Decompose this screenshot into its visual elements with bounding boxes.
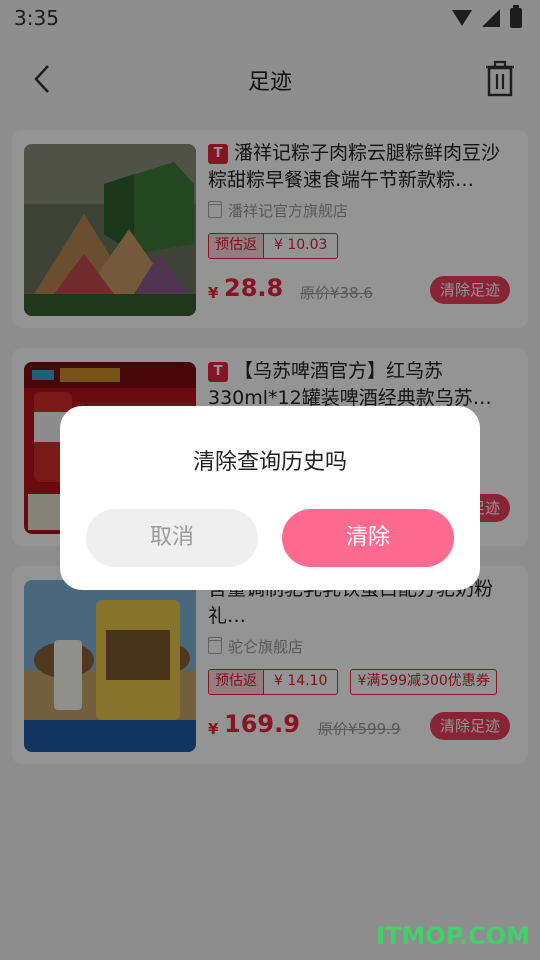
confirm-dialog: 清除查询历史吗 取消 清除	[60, 406, 480, 590]
cancel-button[interactable]: 取消	[86, 509, 258, 567]
confirm-clear-button[interactable]: 清除	[282, 509, 454, 567]
watermark: ITMOP.COM	[376, 922, 530, 950]
dialog-message: 清除查询历史吗	[192, 450, 347, 475]
